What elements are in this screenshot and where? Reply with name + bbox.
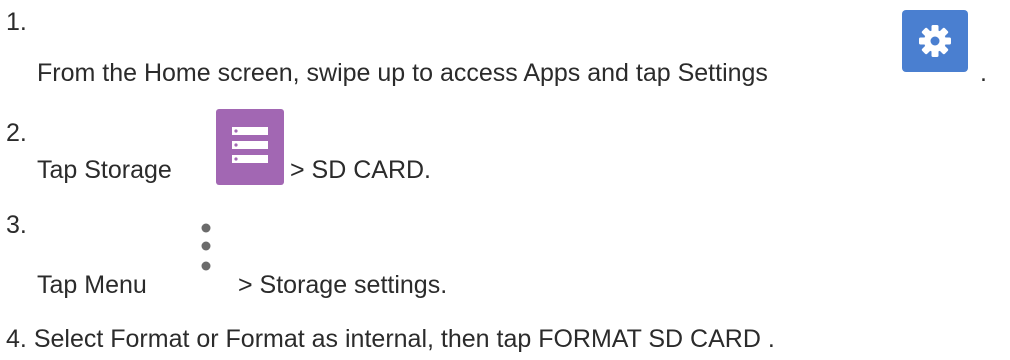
step-1-period: . xyxy=(980,59,987,87)
step-2-suffix: > SD CARD. xyxy=(290,156,432,184)
page: { "steps": [ { "number": "1.", "text_bef… xyxy=(0,0,1010,360)
settings-gear-icon xyxy=(902,10,968,72)
step-2-number: 2. xyxy=(6,119,27,147)
step-3-number: 3. xyxy=(6,211,27,239)
step-1-text: From the Home screen, swipe up to access… xyxy=(37,59,768,87)
step-3-text: Tap Menu xyxy=(37,271,147,299)
step-4-text: 4. Select Format or Format as internal, … xyxy=(6,327,775,352)
step-3-suffix: > Storage settings. xyxy=(238,271,448,299)
step-4-number: 4. xyxy=(6,325,27,353)
menu-vertical-dots-icon xyxy=(201,223,211,271)
step-1-number: 1. xyxy=(6,8,27,36)
step-2-text: Tap Storage xyxy=(37,156,172,184)
step-4-instruction: Select Format or Format as internal, the… xyxy=(33,325,775,353)
storage-icon xyxy=(216,109,284,185)
